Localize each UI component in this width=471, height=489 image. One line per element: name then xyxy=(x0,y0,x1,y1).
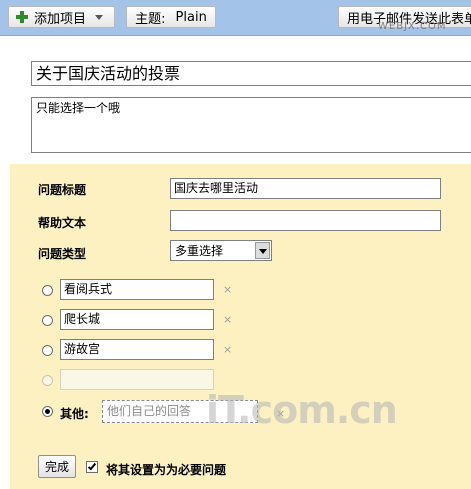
logo-watermark: iT.com.cn xyxy=(206,388,402,446)
plus-icon xyxy=(16,11,28,23)
help-text-label: 帮助文本 xyxy=(38,216,87,230)
question-type-select[interactable]: 多重选择 xyxy=(170,240,272,261)
option-input[interactable]: 看阅兵式 xyxy=(60,279,214,300)
option-input[interactable]: 爬长城 xyxy=(60,309,214,330)
question-title-label: 问题标题 xyxy=(38,183,87,197)
remove-option-icon[interactable]: × xyxy=(223,313,232,326)
theme-value: Plain xyxy=(175,9,207,25)
option-radio[interactable] xyxy=(42,315,53,326)
form-title-input[interactable]: 关于国庆活动的投票 xyxy=(31,61,471,86)
option-input[interactable]: 游故宫 xyxy=(60,339,214,360)
done-button[interactable]: 完成 xyxy=(38,455,76,478)
chevron-down-icon xyxy=(95,14,104,20)
logo-watermark-text: iT.com.cn xyxy=(206,388,398,432)
dropdown-arrow-icon[interactable] xyxy=(255,242,270,259)
required-label: 将其设置为为必要问题 xyxy=(106,463,227,477)
other-label: 其他: xyxy=(60,407,89,421)
question-type-label: 问题类型 xyxy=(38,247,87,261)
new-option-input[interactable] xyxy=(60,369,214,390)
add-item-label: 添加项目 xyxy=(34,11,87,27)
site-watermark: WEBJX.COM xyxy=(378,21,447,32)
remove-option-icon[interactable]: × xyxy=(223,343,232,356)
question-title-input[interactable]: 国庆去哪里活动 xyxy=(170,178,441,199)
other-radio[interactable] xyxy=(42,406,53,417)
theme-label: 主题: xyxy=(135,11,166,27)
required-checkbox[interactable] xyxy=(86,461,98,473)
option-radio[interactable] xyxy=(42,285,53,296)
option-radio[interactable] xyxy=(42,375,53,386)
form-description-input[interactable]: 只能选择一个哦 xyxy=(31,97,471,153)
add-item-button[interactable]: 添加项目 xyxy=(8,6,115,28)
toolbar: 添加项目 主题: Plain 用电子邮件发送此表单 WEBJX.COM xyxy=(0,0,471,36)
remove-option-icon[interactable]: × xyxy=(223,283,232,296)
option-radio[interactable] xyxy=(42,345,53,356)
question-type-value: 多重选择 xyxy=(175,244,224,258)
theme-button[interactable]: 主题: Plain xyxy=(126,6,216,28)
checkmark-icon xyxy=(87,461,97,471)
help-text-input[interactable] xyxy=(170,210,441,231)
form-header: 关于国庆活动的投票 只能选择一个哦 xyxy=(0,37,471,164)
